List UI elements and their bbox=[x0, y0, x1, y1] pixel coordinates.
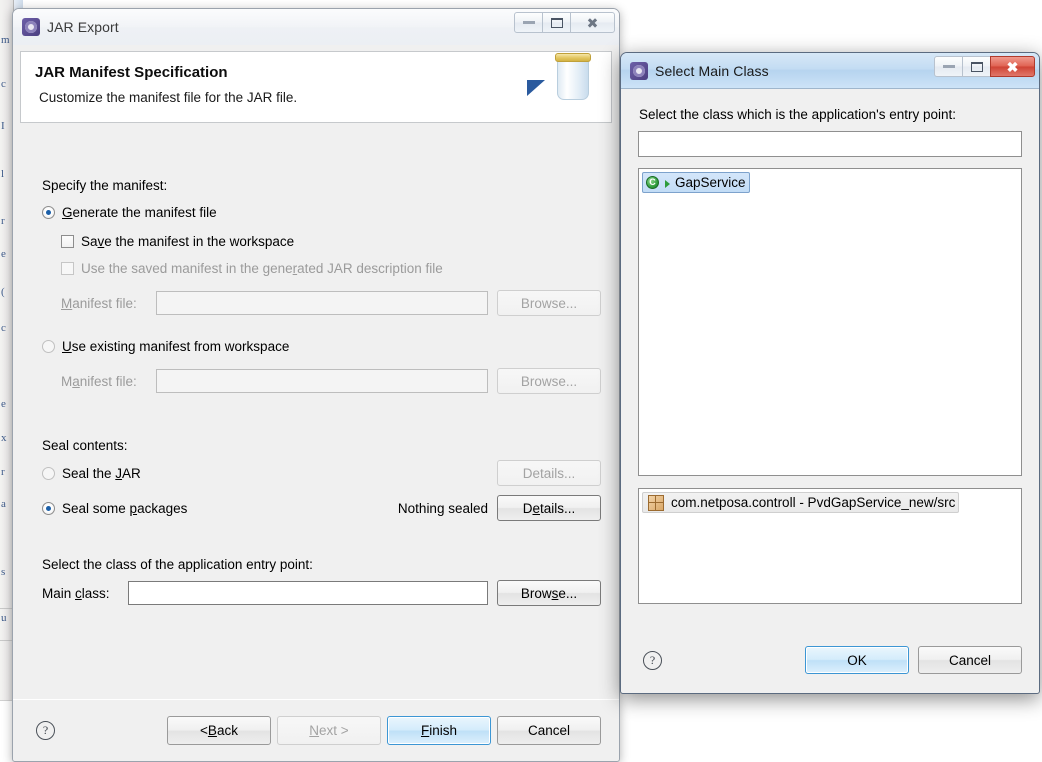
checkbox-save-manifest-indicator[interactable] bbox=[61, 235, 74, 248]
jar-export-dialog[interactable]: JAR Export ✖ JAR Manifest Specification … bbox=[12, 8, 620, 762]
seal-jar-row[interactable]: Seal the JAR Details... bbox=[42, 460, 601, 486]
list-item[interactable]: com.netposa.controll - PvdGapService_new… bbox=[642, 492, 960, 513]
ide-glyph: r bbox=[1, 466, 5, 478]
radio-seal-packages-label: Seal some packages bbox=[62, 500, 188, 516]
cancel-button[interactable]: Cancel bbox=[918, 646, 1022, 674]
help-icon[interactable]: ? bbox=[36, 721, 55, 740]
select-main-class-title: Select Main Class bbox=[655, 62, 769, 79]
eclipse-wizard-icon bbox=[630, 61, 648, 80]
manifest-file-label-2: Manifest file: bbox=[61, 373, 137, 389]
jar-export-footer: ? < Back Next > Finish Cancel bbox=[13, 700, 619, 761]
checkbox-use-saved-manifest-label: Use the saved manifest in the generated … bbox=[81, 261, 443, 276]
close-icon[interactable]: ✖ bbox=[570, 12, 615, 33]
checkbox-use-saved-manifest: Use the saved manifest in the generated … bbox=[61, 256, 601, 281]
ide-glyph: x bbox=[1, 432, 7, 444]
radio-generate-manifest-indicator[interactable] bbox=[42, 206, 55, 219]
main-class-row[interactable]: Main class: Brow s e... bbox=[42, 580, 601, 606]
manifest-file-row-1: Manifest file: Browse... bbox=[42, 290, 601, 316]
list-item-label: GapService bbox=[675, 175, 746, 190]
radio-seal-packages-indicator[interactable] bbox=[42, 501, 55, 515]
manifest-file-label-1: Manifest file: bbox=[61, 295, 137, 311]
main-class-input[interactable] bbox=[128, 581, 488, 605]
list-item-label: com.netposa.controll - PvdGapService_new… bbox=[671, 495, 956, 510]
main-class-browse-button[interactable]: Brow s e... bbox=[497, 580, 601, 606]
select-main-class-window-controls[interactable]: ✖ bbox=[934, 56, 1035, 77]
eclipse-wizard-icon bbox=[22, 18, 40, 36]
wizard-description: Customize the manifest file for the JAR … bbox=[39, 90, 298, 105]
ide-glyph: e bbox=[1, 248, 6, 260]
class-filter-input[interactable] bbox=[638, 131, 1022, 157]
select-main-class-titlebar[interactable]: Select Main Class ✖ bbox=[621, 53, 1039, 89]
jar-export-window-controls[interactable]: ✖ bbox=[514, 12, 615, 33]
ide-glyph: s bbox=[1, 566, 6, 578]
restore-icon[interactable] bbox=[962, 56, 991, 77]
select-main-class-footer: ? OK Cancel bbox=[621, 627, 1039, 693]
manifest-file-input-2 bbox=[156, 369, 488, 393]
checkbox-save-manifest[interactable]: Save the manifest in the workspace bbox=[61, 229, 601, 254]
ide-glyph: c bbox=[1, 322, 6, 334]
ide-glyph: u bbox=[1, 612, 7, 624]
seal-packages-row[interactable]: Seal some packages Nothing sealed De tail… bbox=[42, 495, 601, 521]
java-package-icon bbox=[648, 494, 664, 511]
browse-button-1: Browse... bbox=[497, 290, 601, 316]
matching-items-list[interactable]: C GapService bbox=[638, 168, 1022, 476]
wizard-header: JAR Manifest Specification Customize the… bbox=[20, 51, 612, 123]
jar-export-titlebar[interactable]: JAR Export ✖ bbox=[13, 9, 619, 45]
checkbox-use-saved-manifest-indicator bbox=[61, 262, 74, 275]
jar-export-body: JAR Manifest Specification Customize the… bbox=[13, 45, 619, 761]
jar-banner-icon bbox=[521, 52, 603, 122]
ide-glyph: ( bbox=[1, 286, 5, 298]
help-icon[interactable]: ? bbox=[643, 650, 662, 670]
checkbox-save-manifest-label: Save the manifest in the workspace bbox=[81, 234, 295, 249]
radio-use-existing-manifest[interactable]: Use existing manifest from workspace bbox=[42, 334, 601, 359]
qualifier-list[interactable]: com.netposa.controll - PvdGapService_new… bbox=[638, 488, 1022, 604]
ide-glyph: c bbox=[1, 78, 6, 90]
main-class-label: Main class: bbox=[42, 585, 110, 601]
cancel-button[interactable]: Cancel bbox=[497, 716, 601, 745]
seal-jar-details-button: Details... bbox=[497, 460, 601, 486]
minimize-icon[interactable] bbox=[514, 12, 543, 33]
ide-glyph: I bbox=[1, 120, 5, 132]
restore-icon[interactable] bbox=[542, 12, 571, 33]
finish-button[interactable]: Finish bbox=[387, 716, 491, 745]
seal-section-label: Seal contents: bbox=[42, 438, 128, 453]
run-marker-icon bbox=[664, 176, 673, 189]
radio-use-existing-manifest-label: Use existing manifest from workspace bbox=[62, 339, 290, 354]
back-button[interactable]: < Back bbox=[167, 716, 271, 745]
browse-button-2: Browse... bbox=[497, 368, 601, 394]
ide-glyph: a bbox=[1, 498, 6, 510]
seal-packages-details-button[interactable]: De tails... bbox=[497, 495, 601, 521]
jar-export-title: JAR Export bbox=[47, 19, 119, 35]
list-item[interactable]: C GapService bbox=[642, 172, 750, 193]
seal-status-text: Nothing sealed bbox=[397, 500, 488, 516]
next-button: Next > bbox=[277, 716, 381, 745]
manifest-section-label: Specify the manifest: bbox=[42, 178, 168, 193]
minimize-icon[interactable] bbox=[934, 56, 963, 77]
wizard-heading: JAR Manifest Specification bbox=[35, 64, 228, 81]
radio-generate-manifest[interactable]: Generate the manifest file bbox=[42, 200, 601, 225]
ide-glyph: l bbox=[1, 168, 5, 180]
select-main-class-prompt: Select the class which is the applicatio… bbox=[639, 107, 956, 122]
jar-export-content: Specify the manifest: Generate the manif… bbox=[13, 161, 619, 699]
manifest-file-row-2: Manifest file: Browse... bbox=[42, 368, 601, 394]
radio-seal-jar-label: Seal the JAR bbox=[62, 465, 141, 481]
manifest-file-input-1 bbox=[156, 291, 488, 315]
select-main-class-dialog[interactable]: Select Main Class ✖ Select the class whi… bbox=[620, 52, 1040, 694]
radio-use-existing-manifest-indicator[interactable] bbox=[42, 340, 55, 353]
radio-generate-manifest-label: Generate the manifest file bbox=[62, 205, 217, 220]
ok-button[interactable]: OK bbox=[805, 646, 909, 674]
java-class-icon: C bbox=[646, 175, 661, 190]
radio-seal-jar-indicator[interactable] bbox=[42, 466, 55, 480]
select-main-class-body: Select the class which is the applicatio… bbox=[621, 90, 1039, 693]
ide-glyph: r bbox=[1, 215, 5, 227]
ide-glyph: m bbox=[1, 34, 10, 46]
ide-glyph: e bbox=[1, 398, 6, 410]
close-icon[interactable]: ✖ bbox=[990, 56, 1035, 77]
entry-point-label: Select the class of the application entr… bbox=[42, 557, 313, 572]
